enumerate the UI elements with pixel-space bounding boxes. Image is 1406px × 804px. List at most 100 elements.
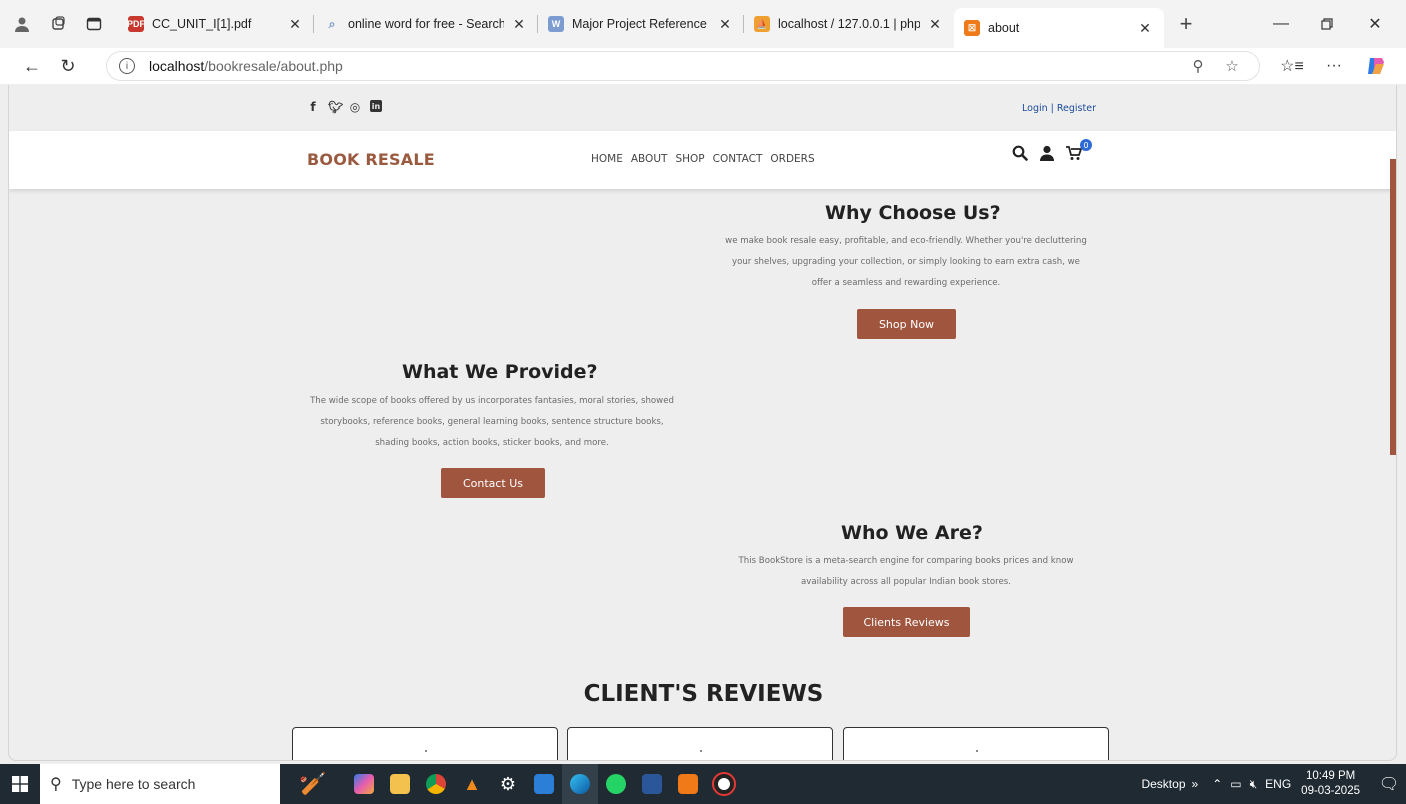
copilot-app-icon[interactable]	[346, 764, 382, 804]
review-placeholder-dot	[700, 750, 702, 752]
tab-actions-icon[interactable]	[76, 6, 112, 42]
vlc-icon[interactable]: ▲	[454, 764, 490, 804]
copilot-icon[interactable]	[1360, 50, 1392, 82]
close-tab-icon[interactable]: ✕	[1136, 20, 1154, 37]
top-header: f 🐦︎ ◎ in Login | Register	[9, 85, 1396, 131]
close-tab-icon[interactable]: ✕	[716, 16, 734, 33]
desktop-toolbar-label[interactable]: Desktop	[1141, 777, 1185, 791]
close-tab-icon[interactable]: ✕	[286, 16, 304, 33]
system-tray: Desktop » ⌃ ▭ 🔇︎ ENG 10:49 PM 09-03-2025…	[1141, 764, 1406, 804]
nav-shop[interactable]: SHOP	[675, 153, 704, 165]
whatsapp-icon[interactable]	[598, 764, 634, 804]
cart-count-badge: 0	[1080, 139, 1092, 151]
minimize-icon[interactable]: —	[1258, 0, 1304, 48]
info-icon[interactable]: i	[119, 58, 135, 74]
nav-about[interactable]: ABOUT	[631, 153, 668, 165]
clock-time: 10:49 PM	[1305, 770, 1356, 782]
linkedin-icon[interactable]: in	[370, 100, 382, 112]
record-icon[interactable]	[706, 764, 742, 804]
xampp-icon: ☒	[964, 20, 980, 36]
taskbar-clock[interactable]: 10:49 PM 09-03-2025	[1301, 769, 1360, 799]
cart-icon[interactable]: 0	[1066, 139, 1092, 165]
review-card	[292, 727, 558, 760]
url-host: localhost	[149, 58, 205, 74]
main-menu: HOME ABOUT SHOP CONTACT ORDERS	[591, 153, 815, 165]
tab-search[interactable]: ⌕ online word for free - Search ✕	[314, 6, 538, 42]
close-tab-icon[interactable]: ✕	[926, 16, 944, 33]
clients-reviews-button[interactable]: Clients Reviews	[843, 607, 970, 637]
page-scrollbar[interactable]	[1390, 159, 1396, 455]
tab-title: online word for free - Search	[348, 17, 504, 31]
what-we-provide-text: The wide scope of books offered by us in…	[310, 396, 674, 448]
favorite-star-icon[interactable]: ☆	[1217, 52, 1247, 80]
chrome-icon[interactable]	[418, 764, 454, 804]
settings-gear-icon[interactable]: ⚙	[490, 764, 526, 804]
edge-icon[interactable]	[562, 764, 598, 804]
who-we-are-title: Who We Are?	[841, 522, 983, 544]
search-icon[interactable]	[1012, 145, 1028, 165]
volume-muted-icon[interactable]: 🔇︎	[1250, 777, 1258, 792]
social-links: f 🐦︎ ◎ in	[307, 100, 382, 114]
more-menu-icon[interactable]: ···	[1318, 50, 1350, 82]
search-icon: ⌕	[328, 16, 336, 31]
profile-icon[interactable]	[4, 6, 40, 42]
what-we-provide-title: What We Provide?	[402, 361, 598, 383]
taskbar: ⚲ Type here to search 🏏 ▲ ⚙ Desktop » ⌃ …	[0, 764, 1406, 804]
browser-tab-strip: PDF CC_UNIT_I[1].pdf ✕ ⌕ online word for…	[0, 0, 1406, 48]
login-register-link[interactable]: Login | Register	[1022, 103, 1096, 114]
twitter-icon[interactable]: 🐦︎	[328, 100, 343, 114]
contact-us-button[interactable]: Contact Us	[441, 468, 545, 498]
tray-chevron-up-icon[interactable]: ⌃	[1212, 777, 1222, 791]
tab-title: Major Project Reference doc	[572, 17, 710, 31]
tab-pdf[interactable]: PDF CC_UNIT_I[1].pdf ✕	[118, 6, 314, 42]
workspaces-icon[interactable]	[40, 6, 76, 42]
vscode-icon[interactable]	[526, 764, 562, 804]
close-window-icon[interactable]: ✕	[1352, 0, 1398, 48]
windows-start-icon[interactable]	[0, 764, 40, 804]
new-tab-button[interactable]: +	[1168, 6, 1204, 42]
phpmyadmin-icon: ⛵	[754, 16, 770, 32]
clock-date: 09-03-2025	[1301, 785, 1360, 797]
back-arrow-icon[interactable]: ←	[14, 50, 50, 82]
favorites-icon[interactable]: ☆≡	[1276, 50, 1308, 82]
taskbar-search-placeholder: Type here to search	[71, 776, 196, 792]
nav-home[interactable]: HOME	[591, 153, 623, 165]
taskbar-search[interactable]: ⚲ Type here to search	[40, 764, 280, 804]
tab-phpmyadmin[interactable]: ⛵ localhost / 127.0.0.1 | phpMyAdmin ✕	[744, 6, 954, 42]
pdf-icon: PDF	[127, 16, 145, 32]
shop-now-button[interactable]: Shop Now	[857, 309, 956, 339]
nav-contact[interactable]: CONTACT	[713, 153, 763, 165]
url-path: /bookresale/about.php	[204, 58, 343, 74]
refresh-icon[interactable]: ↻	[50, 50, 86, 82]
xampp-icon[interactable]	[670, 764, 706, 804]
nav-icons: 0	[1012, 139, 1092, 165]
tab-title: CC_UNIT_I[1].pdf	[152, 17, 252, 31]
why-choose-us-title: Why Choose Us?	[825, 202, 1001, 224]
word-icon[interactable]	[634, 764, 670, 804]
why-choose-us-text: we make book resale easy, profitable, an…	[725, 236, 1087, 288]
who-we-are-text: This BookStore is a meta-search engine f…	[738, 556, 1074, 587]
browser-toolbar: ← ↻ i localhost/bookresale/about.php ⚲ ☆…	[0, 48, 1406, 84]
toolbar-expand-icon[interactable]: »	[1192, 777, 1199, 791]
tab-word-doc[interactable]: W Major Project Reference doc ✕	[538, 6, 744, 42]
notification-icon[interactable]: 🗨︎	[1372, 774, 1406, 794]
user-icon[interactable]	[1040, 145, 1054, 165]
zoom-icon[interactable]: ⚲	[1183, 52, 1213, 80]
address-bar[interactable]: i localhost/bookresale/about.php ⚲ ☆	[106, 51, 1260, 81]
word-doc-icon: W	[548, 16, 564, 32]
network-icon[interactable]: ▭	[1230, 777, 1241, 791]
review-placeholder-dot	[425, 750, 427, 752]
tab-title: localhost / 127.0.0.1 | phpMyAdmin	[778, 17, 920, 31]
facebook-icon[interactable]: f	[307, 100, 319, 114]
nav-orders[interactable]: ORDERS	[770, 153, 814, 165]
language-indicator[interactable]: ENG	[1265, 777, 1291, 791]
close-tab-icon[interactable]: ✕	[510, 16, 528, 33]
search-icon: ⚲	[50, 776, 62, 793]
brand-logo[interactable]: BOOK RESALE	[307, 150, 435, 169]
restore-icon[interactable]	[1304, 0, 1350, 48]
tab-about[interactable]: ☒ about ✕	[954, 8, 1164, 48]
file-explorer-icon[interactable]	[382, 764, 418, 804]
review-card	[567, 727, 833, 760]
instagram-icon[interactable]: ◎	[349, 100, 361, 114]
cricket-widget-icon[interactable]: 🏏	[280, 764, 346, 804]
